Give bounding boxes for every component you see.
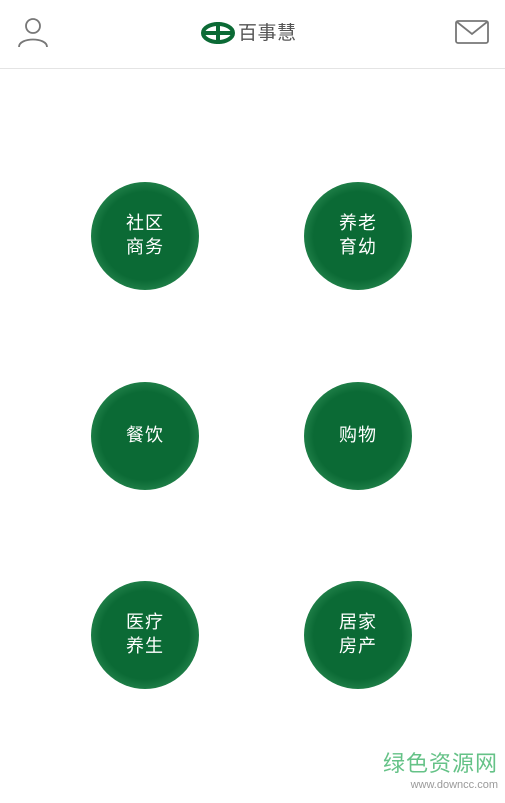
menu-home-realestate[interactable]: 居家 房产 [304,581,412,689]
menu-elderly-childcare[interactable]: 养老 育幼 [304,182,412,290]
menu-community-business[interactable]: 社区 商务 [91,182,199,290]
menu-label-line2: 养生 [126,636,164,657]
menu-label-line2: 商务 [126,237,164,258]
menu-label-line2: 房产 [339,636,377,657]
menu-dining[interactable]: 餐饮 [91,382,199,490]
watermark: 绿色资源网 www.downcc.com [368,752,498,792]
watermark-url: www.downcc.com [410,779,498,791]
menu-label-line1: 社区 [126,213,164,234]
watermark-title: 绿色资源网 [382,752,498,777]
menu-label-line1: 餐饮 [126,425,164,446]
menu-medical-wellness[interactable]: 医疗 养生 [91,581,199,689]
menu-label-line2: 育幼 [339,237,377,258]
menu-label-line1: 购物 [339,425,377,446]
menu-label-line1: 养老 [339,213,377,234]
menu-label-line1: 医疗 [126,612,164,633]
menu-shopping[interactable]: 购物 [304,382,412,490]
menu-label-line1: 居家 [339,612,377,633]
service-menu-grid: 社区 商务 养老 育幼 餐饮 购物 医疗 养生 居家 房产 [0,0,505,803]
